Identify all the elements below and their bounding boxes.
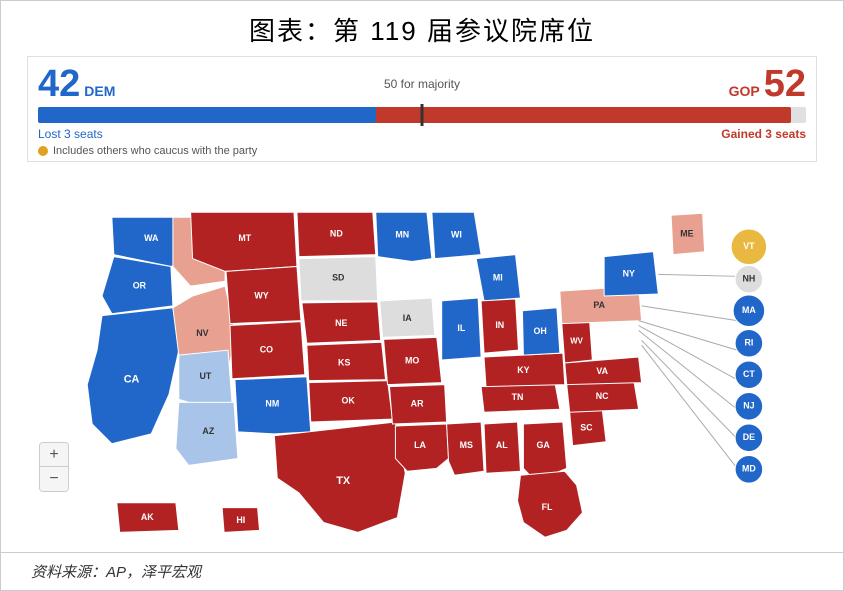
score-bar-section: 42 DEM 50 for majority GOP 52 Lost 3 sea… [27, 56, 817, 162]
dem-bar [38, 107, 376, 123]
state-wy[interactable] [226, 266, 301, 323]
state-in[interactable] [481, 299, 518, 353]
page-container: 图表：第 119 届参议院席位 42 DEM 50 for majority G… [0, 0, 844, 591]
state-ky[interactable] [484, 353, 565, 386]
gained-seats-label: Gained 3 seats [721, 127, 806, 141]
gop-bar [376, 107, 791, 123]
state-de[interactable] [735, 424, 763, 452]
page-title: 图表：第 119 届参议院席位 [249, 1, 595, 56]
includes-note: Includes others who caucus with the part… [38, 145, 806, 157]
state-ar[interactable] [390, 385, 447, 424]
state-sd[interactable] [299, 257, 378, 301]
state-vt[interactable] [731, 229, 766, 264]
state-ma[interactable] [733, 295, 765, 327]
gold-dot-icon [38, 146, 48, 156]
state-oh[interactable] [522, 308, 559, 355]
state-al[interactable] [484, 422, 520, 473]
state-ny[interactable] [604, 252, 658, 296]
state-tn[interactable] [481, 383, 560, 413]
seat-change-row: Lost 3 seats Gained 3 seats [38, 127, 806, 141]
progress-bar [38, 107, 806, 123]
state-nh[interactable] [735, 265, 763, 293]
state-co[interactable] [230, 322, 305, 379]
gop-score: GOP 52 [729, 65, 806, 103]
state-nm[interactable] [235, 377, 311, 434]
state-nj[interactable] [735, 392, 763, 420]
state-sc[interactable] [570, 409, 606, 445]
state-ct[interactable] [735, 361, 763, 389]
lost-seats-label: Lost 3 seats [38, 127, 103, 141]
state-fl[interactable] [518, 471, 583, 537]
state-ut[interactable] [179, 350, 232, 404]
dem-number: 42 [38, 65, 80, 103]
state-hi[interactable] [222, 508, 259, 533]
includes-note-text: Includes others who caucus with the part… [53, 145, 257, 157]
state-ne[interactable] [302, 302, 381, 343]
state-az[interactable] [176, 402, 238, 465]
gop-label: GOP [729, 83, 760, 99]
state-nd[interactable] [297, 212, 376, 256]
majority-marker [421, 104, 424, 126]
state-la[interactable] [395, 424, 448, 471]
us-map-svg: WA OR CA ID NV MT WY UT CO [27, 168, 817, 552]
dem-score: 42 DEM [38, 65, 115, 103]
zoom-in-button[interactable]: + [40, 443, 68, 467]
state-ks[interactable] [307, 342, 386, 380]
majority-label: 50 for majority [384, 77, 460, 91]
state-md[interactable] [735, 456, 763, 484]
source-bar: 资料来源：AP，泽平宏观 [1, 552, 843, 590]
source-text: 资料来源：AP，泽平宏观 [31, 564, 201, 581]
state-ok[interactable] [309, 381, 393, 422]
zoom-controls[interactable]: + − [39, 442, 69, 492]
state-wv[interactable] [562, 318, 593, 363]
dem-label: DEM [84, 83, 115, 99]
state-ms[interactable] [447, 422, 484, 475]
state-mi[interactable] [476, 255, 520, 301]
score-row: 42 DEM 50 for majority GOP 52 [38, 65, 806, 103]
zoom-out-button[interactable]: − [40, 467, 68, 491]
state-ri[interactable] [735, 329, 763, 357]
state-mn[interactable] [376, 212, 432, 261]
state-mo[interactable] [384, 337, 442, 384]
state-or[interactable] [102, 257, 173, 314]
state-ca[interactable] [87, 308, 179, 444]
map-section: WA OR CA ID NV MT WY UT CO [27, 168, 817, 552]
state-tx[interactable] [274, 422, 405, 532]
gop-number: 52 [764, 65, 806, 103]
state-wi[interactable] [432, 212, 481, 258]
state-il[interactable] [442, 298, 481, 360]
state-ia[interactable] [380, 298, 435, 337]
state-mt[interactable] [191, 212, 297, 271]
state-me[interactable] [671, 213, 704, 254]
state-ak[interactable] [117, 503, 179, 533]
